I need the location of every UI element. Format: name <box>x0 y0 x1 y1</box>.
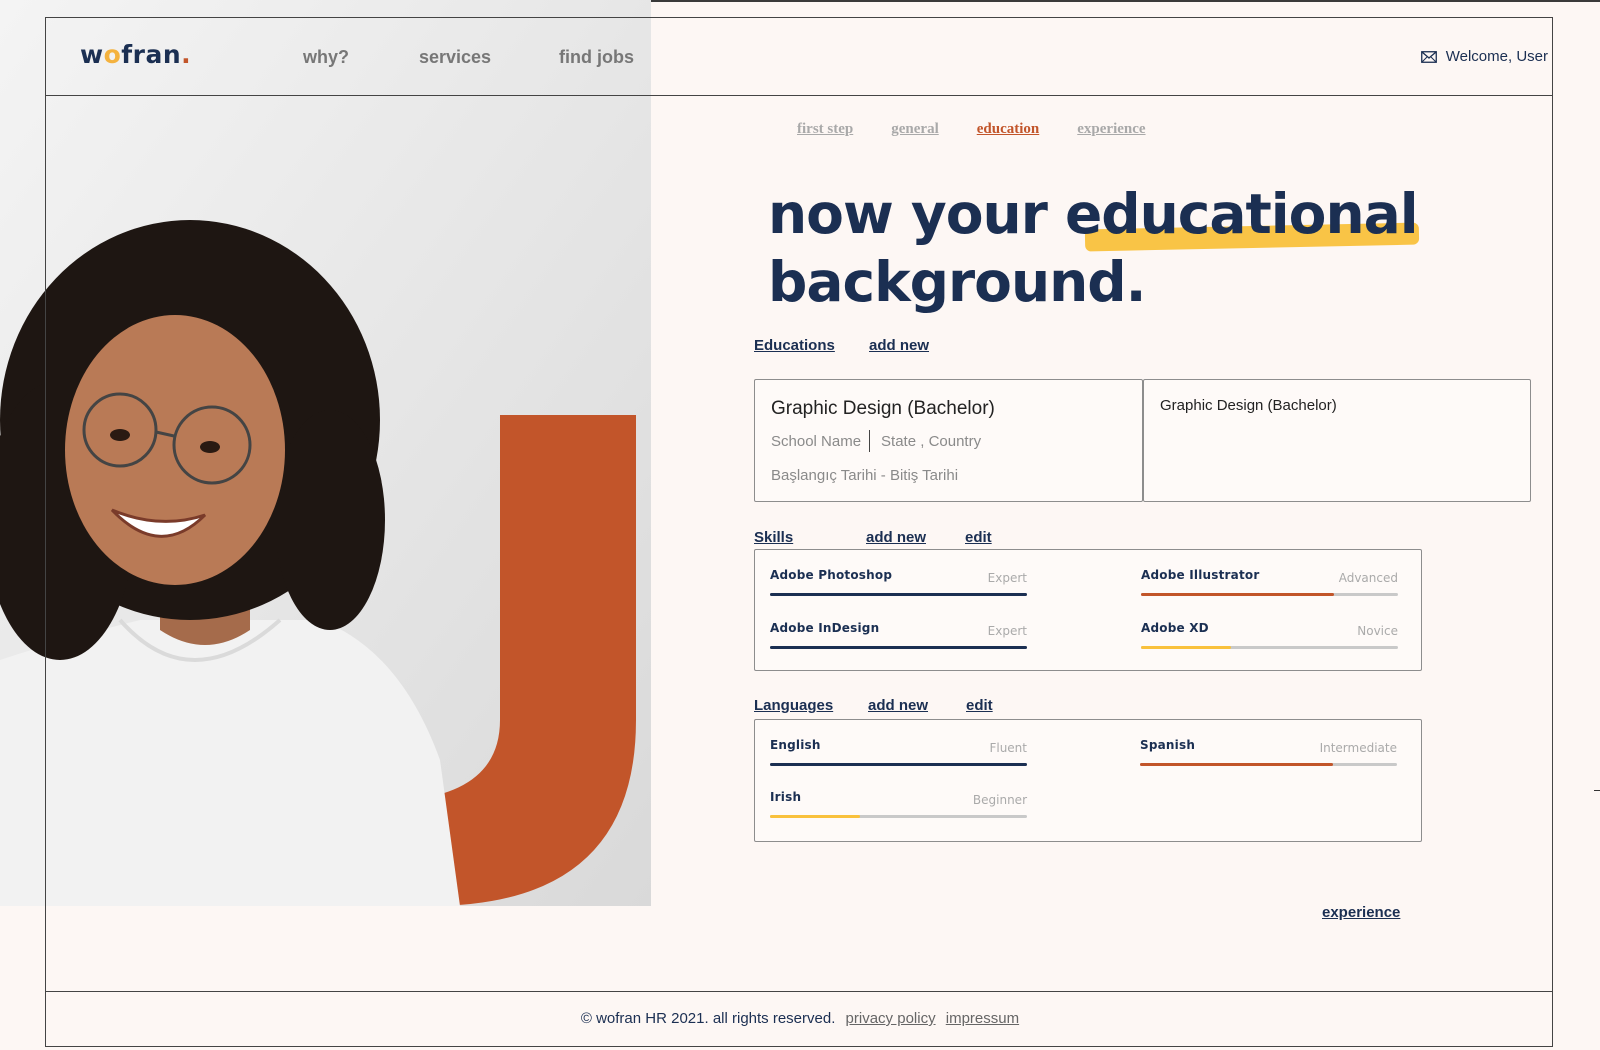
education-school-row: School Name State , Country <box>771 430 981 452</box>
skills-box: Adobe Photoshop Expert Adobe Illustrator… <box>754 549 1422 671</box>
logo-letter-w: w <box>80 40 104 69</box>
skill-name: Adobe Illustrator <box>1141 568 1260 582</box>
skill-bar <box>1141 646 1398 649</box>
skills-title[interactable]: Skills <box>754 529 793 546</box>
skill-bar-fill <box>1141 593 1334 596</box>
educations-title[interactable]: Educations <box>754 337 835 354</box>
mail-icon <box>1420 50 1437 63</box>
language-name: English <box>770 738 821 752</box>
footer-privacy-link[interactable]: privacy policy <box>846 1010 936 1027</box>
education-card[interactable]: Graphic Design (Bachelor) <box>1143 379 1531 502</box>
logo-letter-o: o <box>103 40 122 69</box>
skill-level: Expert <box>987 624 1027 638</box>
skill-bar <box>1141 593 1398 596</box>
footer: © wofran HR 2021. all rights reserved. p… <box>0 1010 1600 1027</box>
languages-add-new-link[interactable]: add new <box>868 697 928 714</box>
footer-copyright: © wofran HR 2021. all rights reserved. <box>580 1010 836 1027</box>
nav-link-find-jobs[interactable]: find jobs <box>559 47 634 68</box>
languages-edit-link[interactable]: edit <box>966 697 993 714</box>
edge-tick <box>1594 790 1600 791</box>
nav-link-why[interactable]: why? <box>303 47 349 68</box>
skill-name: Adobe InDesign <box>770 621 880 635</box>
user-welcome[interactable]: Welcome, User <box>1420 48 1548 65</box>
logo-letters-rest: fran <box>121 40 182 69</box>
page-frame <box>45 17 1553 1047</box>
skill-name: Adobe Photoshop <box>770 568 893 582</box>
education-location: State , Country <box>881 432 982 450</box>
skill-name: Adobe XD <box>1141 621 1209 635</box>
education-card[interactable]: Graphic Design (Bachelor) School Name St… <box>754 379 1143 502</box>
header-divider <box>45 95 1553 96</box>
next-step-experience-link[interactable]: experience <box>1322 904 1400 921</box>
language-name: Spanish <box>1140 738 1196 752</box>
separator <box>869 430 871 452</box>
headline-line-1: now your educational <box>768 182 1419 246</box>
education-dates: Başlangıç Tarihi - Bitiş Tarihi <box>771 467 959 484</box>
education-degree: Graphic Design (Bachelor) <box>771 398 995 419</box>
tab-education[interactable]: education <box>977 121 1040 138</box>
education-degree: Graphic Design (Bachelor) <box>1160 397 1337 414</box>
skill-bar-fill <box>1141 646 1231 649</box>
nav-link-services[interactable]: services <box>419 47 491 68</box>
languages-title[interactable]: Languages <box>754 697 833 714</box>
languages-box: English Fluent Spanish Intermediate Iris… <box>754 719 1422 842</box>
skill-level: Novice <box>1357 624 1398 638</box>
education-school: School Name <box>771 432 862 450</box>
language-bar-fill <box>1140 763 1333 766</box>
skills-edit-link[interactable]: edit <box>965 529 992 546</box>
tab-first-step[interactable]: first step <box>797 121 853 138</box>
tab-general[interactable]: general <box>891 121 938 138</box>
step-tabs: first step general education experience <box>797 121 1146 138</box>
headline-line-2: background. <box>768 250 1147 314</box>
language-level: Fluent <box>989 741 1027 755</box>
skill-bar <box>770 593 1027 596</box>
language-level: Intermediate <box>1319 741 1397 755</box>
footer-impressum-link[interactable]: impressum <box>946 1010 1019 1027</box>
skills-add-new-link[interactable]: add new <box>866 529 926 546</box>
skill-bar-fill <box>770 593 1027 596</box>
language-bar <box>770 763 1027 766</box>
skill-bar <box>770 646 1027 649</box>
welcome-text: Welcome, User <box>1445 48 1548 65</box>
language-name: Irish <box>770 790 802 804</box>
brand-logo[interactable]: wofran. <box>80 40 191 69</box>
skill-level: Expert <box>987 571 1027 585</box>
language-bar-fill <box>770 763 1027 766</box>
page-headline: now your educational background. <box>768 180 1419 316</box>
educations-add-new-link[interactable]: add new <box>869 337 929 354</box>
skill-bar-fill <box>770 646 1027 649</box>
language-bar <box>770 815 1027 818</box>
tab-experience[interactable]: experience <box>1077 121 1145 138</box>
language-level: Beginner <box>972 793 1027 807</box>
language-bar <box>1140 763 1397 766</box>
footer-divider <box>45 991 1553 992</box>
language-bar-fill <box>770 815 860 818</box>
skill-level: Advanced <box>1338 571 1398 585</box>
logo-dot: . <box>181 40 192 69</box>
